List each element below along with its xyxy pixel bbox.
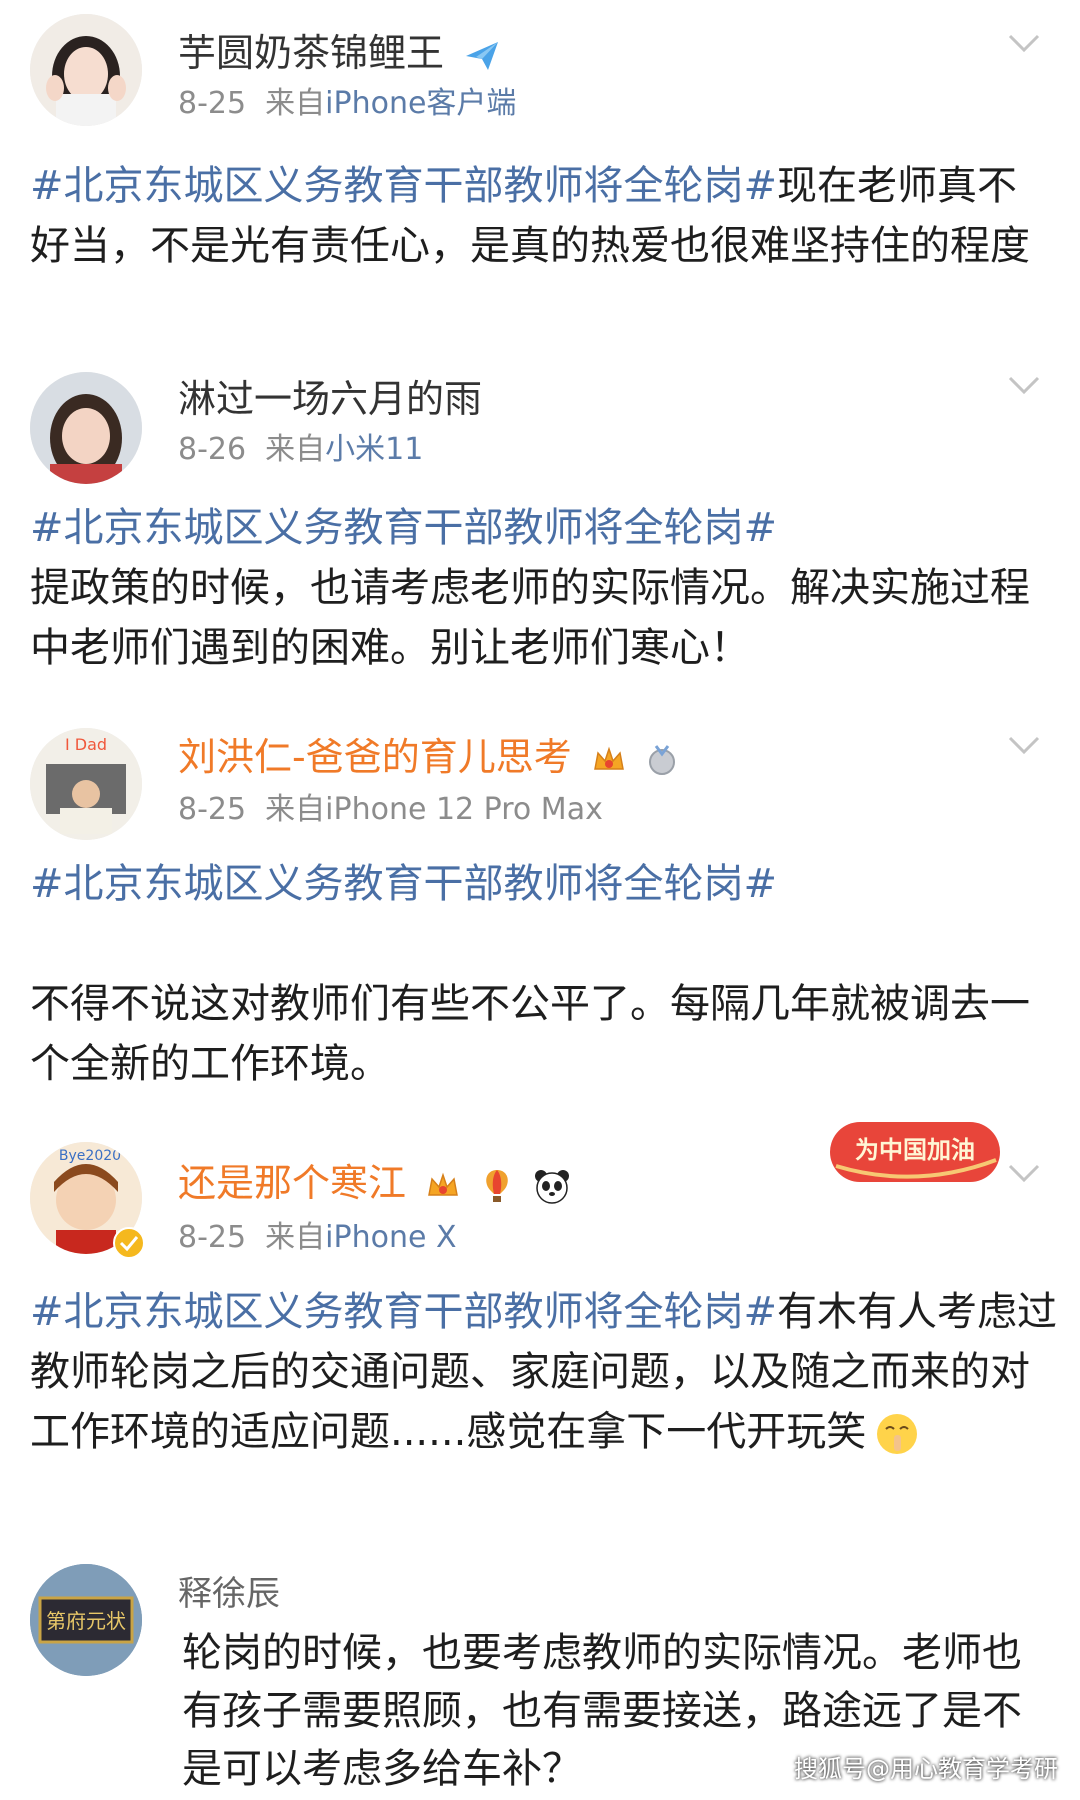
chevron-down-icon[interactable] [1004, 22, 1044, 62]
post-meta: 8-25 来自iPhone X [178, 1220, 457, 1255]
avatar-text: 第府元状 [46, 1609, 126, 1633]
post-source[interactable]: iPhone 12 Pro Max [325, 792, 603, 827]
cheer-banner-badge: 为中国加油 [830, 1122, 1000, 1182]
hashtag-link[interactable]: #北京东城区义务教育干部教师将全轮岗# [30, 163, 777, 209]
post-meta: 8-26 来自小米11 [178, 432, 424, 467]
avatar[interactable] [30, 372, 142, 484]
chevron-down-icon[interactable] [1004, 1152, 1044, 1192]
avatar-text: Bye2020 [59, 1148, 121, 1164]
vip-crown-icon [428, 1172, 459, 1196]
verified-check-icon [113, 1227, 145, 1259]
post-date: 8-26 [178, 432, 247, 467]
post-body: #北京东城区义务教育干部教师将全轮岗# 提政策的时候，也请考虑老师的实际情况。解… [30, 498, 1050, 678]
avatar-text: I Dad [65, 735, 107, 754]
username[interactable]: 淋过一场六月的雨 [178, 368, 482, 423]
avatar[interactable]: 第府元状 [30, 1564, 142, 1676]
post-text: 提政策的时候，也请考虑老师的实际情况。解决实施过程中老师们遇到的困难。别让老师们… [30, 565, 1030, 671]
panda-icon [535, 1169, 570, 1204]
post-text: 不得不说这对教师们有些不公平了。每隔几年就被调去一个全新的工作环境。 [30, 981, 1030, 1087]
post-source[interactable]: 小米11 [325, 432, 423, 467]
watermark: 搜狐号@用心教育学考研 [794, 1755, 1058, 1783]
user-avatar-icon [30, 14, 142, 126]
post-date: 8-25 [178, 792, 247, 827]
username[interactable]: 刘洪仁-爸爸的育儿思考 [178, 726, 678, 781]
user-avatar-icon: 第府元状 [30, 1564, 142, 1676]
hashtag-link[interactable]: #北京东城区义务教育干部教师将全轮岗# [30, 861, 777, 907]
chevron-down-icon[interactable] [1004, 364, 1044, 404]
hashtag-link[interactable]: #北京东城区义务教育干部教师将全轮岗# [30, 505, 777, 551]
banner-text: 为中国加油 [855, 1136, 975, 1164]
avatar[interactable]: I Dad [30, 728, 142, 840]
hashtag-link[interactable]: #北京东城区义务教育干部教师将全轮岗# [30, 1289, 777, 1335]
post-date: 8-25 [178, 86, 247, 121]
post-body: #北京东城区义务教育干部教师将全轮岗# 不得不说这对教师们有些不公平了。每隔几年… [30, 854, 1050, 1094]
post-meta: 8-25 来自iPhone 12 Pro Max [178, 792, 603, 827]
post-body: #北京东城区义务教育干部教师将全轮岗#现在老师真不好当，不是光有责任心，是真的热… [30, 156, 1050, 276]
medal-icon [648, 744, 675, 775]
post-meta: 8-25 来自iPhone客户端 [178, 86, 517, 121]
hot-air-balloon-icon [486, 1169, 508, 1202]
vip-crown-icon [593, 746, 624, 770]
comment-username[interactable]: 释徐辰 [178, 1566, 280, 1615]
post-body: #北京东城区义务教育干部教师将全轮岗#有木有人考虑过教师轮岗之后的交通问题、家庭… [30, 1282, 1058, 1462]
username[interactable]: 还是那个寒江 [178, 1152, 570, 1207]
post-source[interactable]: iPhone客户端 [325, 86, 516, 121]
username[interactable]: 芋圆奶茶锦鲤王 [178, 22, 500, 77]
user-avatar-icon [30, 372, 142, 484]
chevron-down-icon[interactable] [1004, 724, 1044, 764]
post-source[interactable]: iPhone X [325, 1220, 456, 1255]
avatar[interactable] [30, 14, 142, 126]
verified-plane-icon [466, 41, 499, 70]
user-avatar-icon: I Dad [30, 728, 142, 840]
post-date: 8-25 [178, 1220, 247, 1255]
shush-emoji-icon [877, 1414, 918, 1454]
